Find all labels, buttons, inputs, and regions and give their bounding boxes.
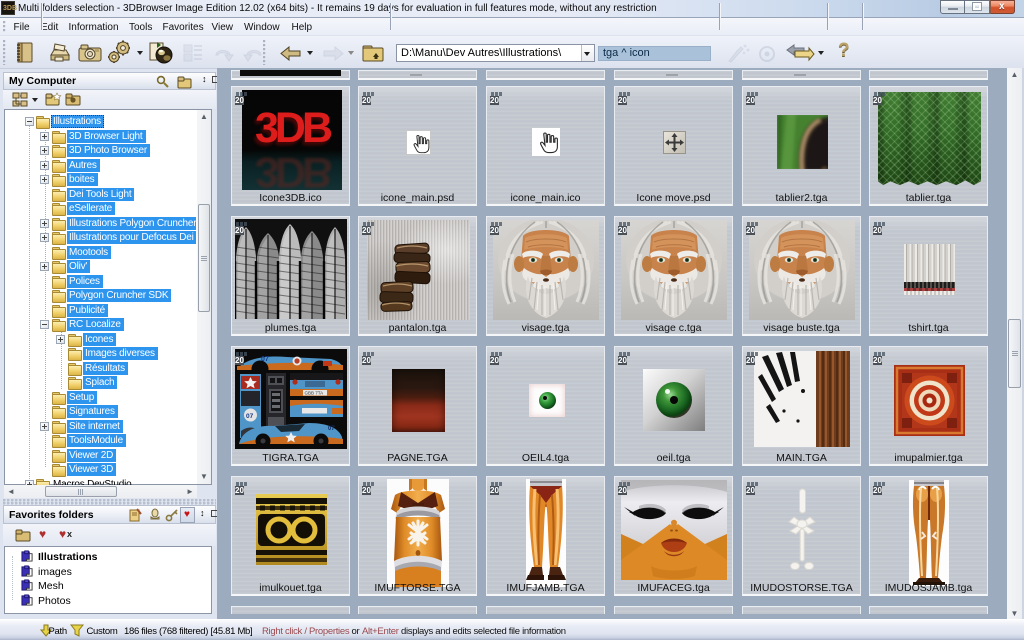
svg-text:GBB 7TA: GBB 7TA <box>305 391 324 396</box>
svg-text:07: 07 <box>261 356 269 363</box>
svg-text:07: 07 <box>246 413 254 420</box>
svg-text:07: 07 <box>328 426 335 432</box>
